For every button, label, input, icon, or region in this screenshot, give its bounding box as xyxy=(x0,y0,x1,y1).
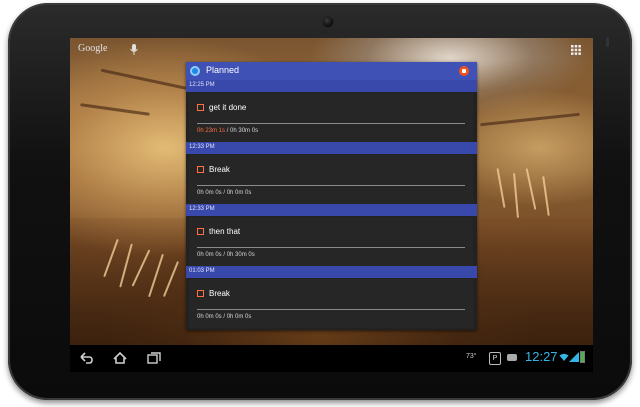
home-icon[interactable] xyxy=(112,350,128,366)
task-card[interactable]: then that 0h 0m 0s / 0h 30m 0s xyxy=(189,217,473,266)
wallpaper-rug-stripe xyxy=(80,103,150,116)
task-name: then that xyxy=(209,227,241,236)
signal-icon xyxy=(569,352,579,362)
temperature-text: 73° xyxy=(466,353,477,360)
app-logo-icon xyxy=(190,66,200,76)
google-search-label[interactable]: Google xyxy=(78,43,107,54)
task-duration: 0h 0m 0s / 0h 0m 0s xyxy=(197,314,251,320)
task-duration: 0h 0m 0s / 0h 0m 0s xyxy=(197,190,251,196)
wallpaper-fringe xyxy=(496,168,506,208)
task-card[interactable]: Break 0h 0m 0s / 0h 0m 0s xyxy=(189,279,473,328)
planner-widget: Planned 12:25 PM get it done 0h 23m 1s /… xyxy=(186,62,477,330)
task-planned: 0h 0m 0s xyxy=(226,190,252,196)
system-nav-bar: 73° P 12:27 xyxy=(70,345,593,372)
wallpaper-rug-stripe xyxy=(480,112,580,127)
task-time-bar: 01:03 PM xyxy=(186,266,477,278)
task-elapsed: 0h 0m 0s xyxy=(197,314,222,320)
camera-icon xyxy=(323,17,333,27)
recent-apps-icon[interactable] xyxy=(146,350,162,366)
task-divider xyxy=(197,309,465,310)
task-planned: 0h 0m 0s xyxy=(226,314,252,320)
task-start-time: 01:03 PM xyxy=(189,268,215,274)
wifi-icon xyxy=(559,353,569,361)
task-time-bar: 12:25 PM xyxy=(186,80,477,92)
task-elapsed: 0h 23m 1s xyxy=(197,128,226,134)
wallpaper-fringe xyxy=(525,168,537,210)
task-planned: 0h 30m 0s xyxy=(230,128,259,134)
task-duration-separator: / xyxy=(223,190,226,196)
task-item[interactable]: 01:03 PM Break 0h 0m 0s / 0h 0m 0s xyxy=(186,266,477,328)
task-item[interactable]: 12:25 PM get it done 0h 23m 1s / 0h 30m … xyxy=(186,80,477,142)
record-icon[interactable] xyxy=(459,66,469,76)
task-checkbox[interactable] xyxy=(197,290,204,297)
task-start-time: 12:33 PM xyxy=(189,206,215,212)
task-name: get it done xyxy=(209,103,247,112)
task-card[interactable]: Break 0h 0m 0s / 0h 0m 0s xyxy=(189,155,473,204)
task-time-bar: 12:33 PM xyxy=(186,142,477,154)
task-divider xyxy=(197,185,465,186)
task-duration: 0h 0m 0s / 0h 30m 0s xyxy=(197,252,255,258)
task-duration: 0h 23m 1s / 0h 30m 0s xyxy=(197,128,258,134)
battery-icon xyxy=(580,351,585,363)
task-time-bar: 12:33 PM xyxy=(186,204,477,216)
mic-icon[interactable] xyxy=(129,44,139,56)
parking-notification-icon[interactable]: P xyxy=(489,352,501,365)
task-start-time: 12:25 PM xyxy=(189,82,215,88)
task-divider xyxy=(197,247,465,248)
task-duration-separator: / xyxy=(223,252,226,258)
widget-header: Planned xyxy=(186,62,477,80)
widget-title: Planned xyxy=(206,65,240,75)
task-elapsed: 0h 0m 0s xyxy=(197,190,222,196)
task-duration-separator: / xyxy=(226,128,229,134)
task-item[interactable]: 12:33 PM then that 0h 0m 0s / 0h 30m 0s xyxy=(186,204,477,266)
task-checkbox[interactable] xyxy=(197,166,204,173)
status-clock[interactable]: 12:27 xyxy=(525,349,558,364)
task-card[interactable]: get it done 0h 23m 1s / 0h 30m 0s xyxy=(189,93,473,142)
task-item[interactable]: 12:33 PM Break 0h 0m 0s / 0h 0m 0s xyxy=(186,142,477,204)
task-checkbox[interactable] xyxy=(197,104,204,111)
task-divider xyxy=(197,123,465,124)
task-checkbox[interactable] xyxy=(197,228,204,235)
back-icon[interactable] xyxy=(78,350,94,366)
wallpaper-fringe xyxy=(542,176,550,216)
screen: Google Planned 12:25 PM get it done 0h 2… xyxy=(70,38,593,372)
message-notification-icon[interactable] xyxy=(507,354,517,361)
apps-grid-icon[interactable] xyxy=(571,45,581,55)
task-name: Break xyxy=(209,165,230,174)
power-button xyxy=(606,37,609,47)
task-start-time: 12:33 PM xyxy=(189,144,215,150)
task-planned: 0h 30m 0s xyxy=(226,252,255,258)
wallpaper-fringe xyxy=(513,172,519,219)
task-name: Break xyxy=(209,289,230,298)
launcher-top-bar: Google xyxy=(70,38,593,60)
task-elapsed: 0h 0m 0s xyxy=(197,252,222,258)
task-duration-separator: / xyxy=(223,314,226,320)
tablet-frame: Google Planned 12:25 PM get it done 0h 2… xyxy=(8,3,632,400)
wallpaper-rug-stripe xyxy=(100,68,190,91)
